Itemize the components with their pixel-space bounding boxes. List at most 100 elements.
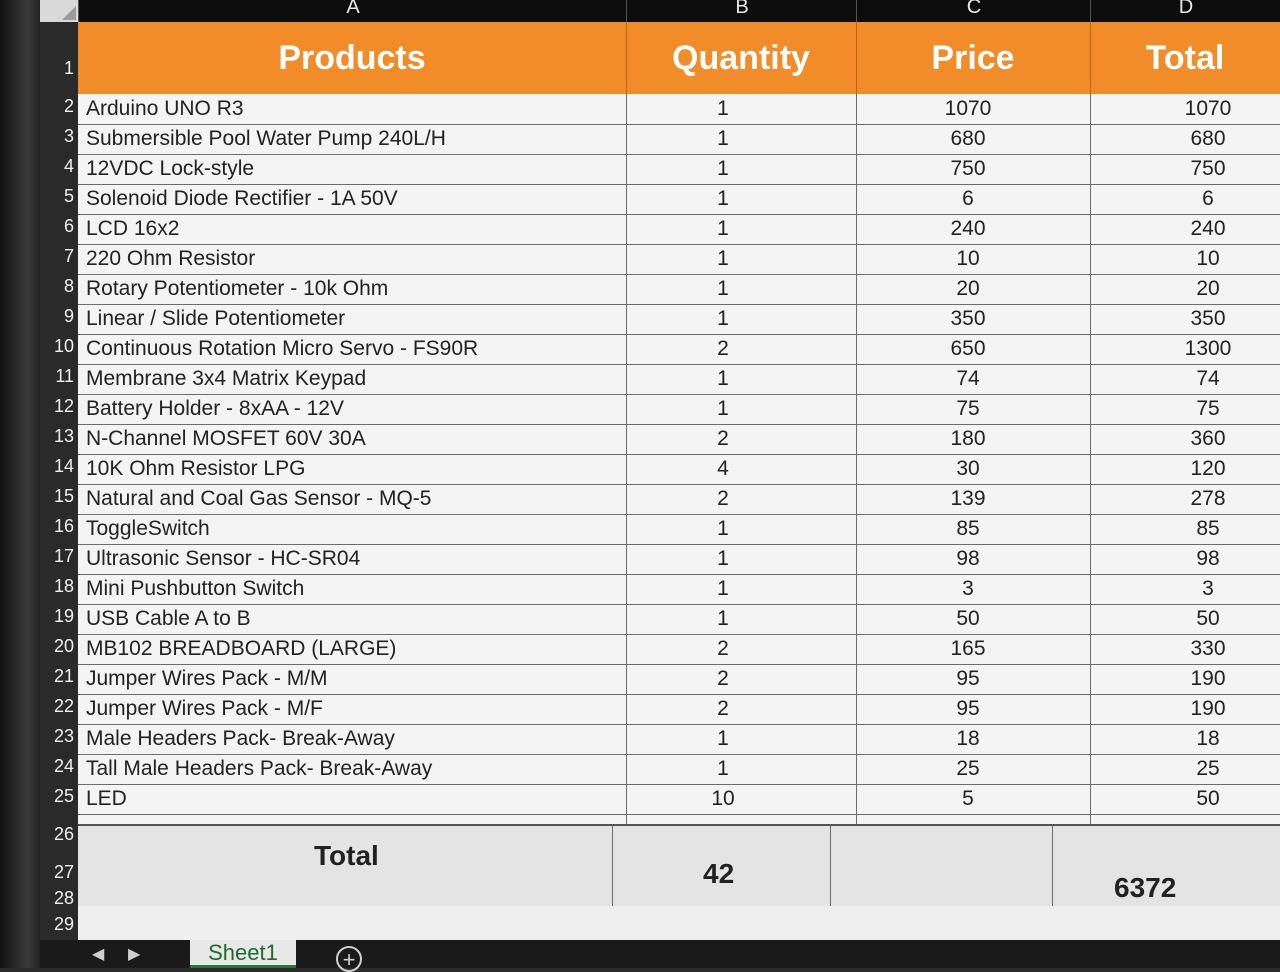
total-cell[interactable]: 190 [1138,667,1278,691]
total-cell[interactable]: 10 [1138,247,1278,271]
quantity-cell[interactable]: 1 [663,97,783,121]
total-cell[interactable]: 25 [1138,757,1278,781]
quantity-cell[interactable]: 1 [663,757,783,781]
product-cell[interactable]: Jumper Wires Pack - M/M [86,667,328,691]
product-cell[interactable]: Mini Pushbutton Switch [86,577,304,601]
total-cell[interactable]: 20 [1138,277,1278,301]
quantity-cell[interactable]: 2 [663,487,783,511]
row-number[interactable]: 9 [40,306,78,327]
row-number[interactable]: 12 [40,396,78,417]
empty-rows[interactable] [78,906,1280,940]
row-number[interactable]: 25 [40,786,78,807]
row-number[interactable]: 6 [40,216,78,237]
price-cell[interactable]: 165 [898,637,1038,661]
total-cell[interactable]: 680 [1138,127,1278,151]
total-cell[interactable]: 330 [1138,637,1278,661]
product-cell[interactable]: Submersible Pool Water Pump 240L/H [86,127,446,151]
quantity-cell[interactable]: 10 [663,787,783,811]
quantity-cell[interactable]: 1 [663,517,783,541]
header-price[interactable]: Price [856,22,1091,94]
price-cell[interactable]: 30 [898,457,1038,481]
price-cell[interactable]: 18 [898,727,1038,751]
totals-label[interactable]: Total [314,840,379,872]
quantity-cell[interactable]: 4 [663,457,783,481]
price-cell[interactable]: 20 [898,277,1038,301]
row-number[interactable]: 7 [40,246,78,267]
row-number[interactable]: 11 [40,366,78,387]
row-number[interactable]: 10 [40,336,78,357]
price-cell[interactable]: 680 [898,127,1038,151]
column-header-c[interactable]: C [856,0,1091,22]
price-cell[interactable]: 1070 [898,97,1038,121]
total-cell[interactable]: 50 [1138,787,1278,811]
total-cell[interactable]: 750 [1138,157,1278,181]
row-number[interactable]: 29 [40,914,78,935]
next-sheet-icon[interactable]: ▶ [128,944,140,964]
total-cell[interactable]: 18 [1138,727,1278,751]
product-cell[interactable]: 10K Ohm Resistor LPG [86,457,305,481]
row-number[interactable]: 27 [40,862,78,883]
product-cell[interactable]: LCD 16x2 [86,217,179,241]
price-cell[interactable]: 3 [898,577,1038,601]
price-cell[interactable]: 6 [898,187,1038,211]
price-cell[interactable]: 85 [898,517,1038,541]
product-cell[interactable]: 220 Ohm Resistor [86,247,255,271]
product-cell[interactable]: Membrane 3x4 Matrix Keypad [86,367,366,391]
quantity-cell[interactable]: 1 [663,247,783,271]
quantity-cell[interactable]: 1 [663,157,783,181]
row-number[interactable]: 2 [40,96,78,117]
product-cell[interactable]: ToggleSwitch [86,517,210,541]
quantity-cell[interactable]: 1 [663,727,783,751]
price-cell[interactable]: 5 [898,787,1038,811]
header-quantity[interactable]: Quantity [626,22,857,94]
product-cell[interactable]: Rotary Potentiometer - 10k Ohm [86,277,388,301]
totals-quantity[interactable]: 42 [703,858,734,890]
sheet-tab-sheet1[interactable]: Sheet1 [190,940,296,968]
quantity-cell[interactable]: 1 [663,217,783,241]
total-cell[interactable]: 1070 [1138,97,1278,121]
total-cell[interactable]: 75 [1138,397,1278,421]
row-number[interactable]: 21 [40,666,78,687]
product-cell[interactable]: Arduino UNO R3 [86,97,244,121]
price-cell[interactable]: 75 [898,397,1038,421]
column-header-d[interactable]: D [1090,0,1280,22]
quantity-cell[interactable]: 1 [663,367,783,391]
product-cell[interactable]: Solenoid Diode Rectifier - 1A 50V [86,187,398,211]
row-number[interactable]: 8 [40,276,78,297]
quantity-cell[interactable]: 1 [663,127,783,151]
quantity-cell[interactable]: 1 [663,187,783,211]
total-cell[interactable]: 6 [1138,187,1278,211]
total-cell[interactable]: 350 [1138,307,1278,331]
total-cell[interactable]: 50 [1138,607,1278,631]
prev-sheet-icon[interactable]: ◀ [92,944,104,964]
product-cell[interactable]: Natural and Coal Gas Sensor - MQ-5 [86,487,431,511]
row-number[interactable]: 24 [40,756,78,777]
quantity-cell[interactable]: 2 [663,337,783,361]
row-number[interactable]: 17 [40,546,78,567]
header-total[interactable]: Total [1090,22,1280,94]
product-cell[interactable]: Male Headers Pack- Break-Away [86,727,395,751]
price-cell[interactable]: 750 [898,157,1038,181]
product-cell[interactable]: Jumper Wires Pack - M/F [86,697,323,721]
row-number[interactable]: 13 [40,426,78,447]
price-cell[interactable]: 350 [898,307,1038,331]
total-cell[interactable]: 74 [1138,367,1278,391]
product-cell[interactable]: Tall Male Headers Pack- Break-Away [86,757,432,781]
product-cell[interactable]: Ultrasonic Sensor - HC-SR04 [86,547,360,571]
quantity-cell[interactable]: 2 [663,427,783,451]
price-cell[interactable]: 180 [898,427,1038,451]
total-cell[interactable]: 278 [1138,487,1278,511]
total-cell[interactable]: 1300 [1138,337,1278,361]
total-cell[interactable]: 120 [1138,457,1278,481]
row-number[interactable]: 23 [40,726,78,747]
row-number[interactable]: 5 [40,186,78,207]
column-header-a[interactable]: A [78,0,627,22]
row-number[interactable]: 28 [40,888,78,909]
row-number[interactable]: 22 [40,696,78,717]
product-cell[interactable]: USB Cable A to B [86,607,251,631]
price-cell[interactable]: 50 [898,607,1038,631]
quantity-cell[interactable]: 2 [663,637,783,661]
select-all-corner[interactable] [40,0,78,22]
row-number[interactable]: 1 [40,58,78,79]
total-cell[interactable]: 3 [1138,577,1278,601]
